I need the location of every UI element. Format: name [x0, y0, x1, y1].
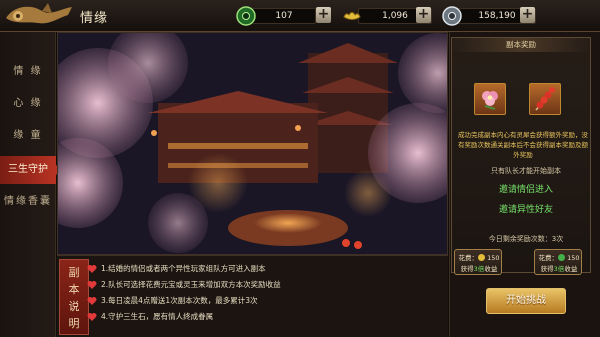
sidebar-item-qingyuan[interactable]: 情 缘	[0, 58, 56, 86]
gain-row: 获得3倍收益	[535, 263, 583, 273]
invite-opposite-friend-link[interactable]: 邀请异性好友	[452, 202, 600, 215]
rules-badge-char: 明	[68, 317, 80, 330]
dungeon-rules: 副 本 说 明 1.结婚的情侣或者两个异性玩家组队方可进入副本 2.队长可选择花…	[57, 255, 448, 337]
gain-prefix: 获得	[540, 265, 554, 273]
gain-multiplier: 3倍	[473, 265, 485, 273]
rule-text: 4.守护三生石，愿有情人终成眷属	[101, 312, 214, 321]
gold-cost-option[interactable]: 花费： 150 获得3倍收益	[454, 249, 502, 275]
sidebar-item-sachet[interactable]: 情缘香囊	[0, 188, 56, 216]
rules-badge-char: 本	[68, 283, 80, 296]
gain-multiplier: 3倍	[553, 265, 565, 273]
reward-title: 副本奖励	[452, 38, 590, 52]
page-title: 情缘	[80, 11, 109, 26]
jade-amount: 107	[252, 8, 316, 24]
top-bar: 情缘 107 + 1,096 + 158,190 +	[0, 0, 600, 32]
reward-item-candied-haws[interactable]	[529, 83, 561, 115]
gain-prefix: 获得	[460, 265, 474, 273]
sidebar: 情 缘 心 缘 缘 童 三生守护 情缘香囊	[0, 32, 62, 337]
back-dragon-icon[interactable]	[2, 1, 76, 31]
silver-coin-icon	[442, 6, 462, 26]
add-silver-button[interactable]: +	[520, 7, 535, 23]
cost-label: 花费：	[458, 254, 479, 262]
gain-suffix: 收益	[564, 265, 578, 273]
rule-line: 4.守护三生石，愿有情人终成眷属	[87, 310, 214, 324]
sidebar-item-xinyuan[interactable]: 心 缘	[0, 90, 56, 118]
rules-badge-char: 说	[68, 300, 80, 313]
gold-ingot-icon	[343, 12, 361, 20]
heart-icon	[87, 297, 97, 305]
candied-haws-icon	[535, 87, 555, 111]
reward-description: 成功完成副本内心有灵犀会获得额外奖励，没有奖励次数通关副本后不会获得副本奖励及额…	[458, 131, 588, 159]
start-challenge-button[interactable]: 开始挑战	[486, 288, 566, 314]
cost-label: 花费：	[538, 254, 559, 262]
rule-text: 2.队长可选择花费元宝或灵玉来增加双方本次奖励收益	[101, 280, 281, 289]
gold-ingot-icon	[478, 254, 485, 261]
gain-suffix: 收益	[484, 265, 498, 273]
invite-partner-link[interactable]: 邀请情侣进入	[452, 182, 600, 195]
sidebar-item-yuantong[interactable]: 缘 童	[0, 122, 56, 150]
heart-icon	[87, 281, 97, 289]
rule-text: 3.每日凌晨4点赠送1次副本次数，最多累计3次	[101, 296, 258, 305]
cost-row: 花费： 150	[455, 252, 503, 262]
sidebar-item-sansheng-guardian[interactable]: 三生守护	[0, 156, 62, 184]
flower-icon	[482, 91, 498, 110]
remaining-reward-count: 今日剩余奖励次数：3次	[488, 235, 564, 243]
palace-night-illustration	[58, 33, 447, 254]
rule-line: 3.每日凌晨4点赠送1次副本次数，最多累计3次	[87, 294, 258, 308]
reward-box: 副本奖励 成功完成副本内心有灵犀会获得额外奖励，没有奖励次数通关副本后不会获得副…	[451, 37, 591, 273]
gain-row: 获得3倍收益	[455, 263, 503, 273]
heart-icon	[87, 265, 97, 273]
right-panel: 副本奖励 成功完成副本内心有灵犀会获得额外奖励，没有奖励次数通关副本后不会获得副…	[449, 32, 600, 337]
rule-text: 1.结婚的情侣或者两个异性玩家组队方可进入副本	[101, 264, 266, 273]
rule-line: 2.队长可选择花费元宝或灵玉来增加双方本次奖励收益	[87, 278, 281, 292]
leader-only-note: 只有队长才能开始副本	[491, 167, 561, 175]
jade-coin-icon	[236, 6, 256, 26]
reward-item-flower[interactable]	[474, 83, 506, 115]
add-jade-button[interactable]: +	[316, 7, 331, 23]
rules-badge: 副 本 说 明	[59, 259, 89, 335]
heart-icon	[87, 313, 97, 321]
cost-amount: 150	[487, 254, 500, 262]
add-gold-button[interactable]: +	[416, 7, 431, 23]
rule-line: 1.结婚的情侣或者两个异性玩家组队方可进入副本	[87, 262, 266, 276]
cost-amount: 150	[567, 254, 580, 262]
cost-row: 花费： 150	[535, 252, 583, 262]
jade-cost-option[interactable]: 花费： 150 获得3倍收益	[534, 249, 582, 275]
rules-badge-char: 副	[68, 266, 80, 279]
jade-coin-icon	[558, 254, 565, 261]
dungeon-scene-image	[57, 32, 448, 255]
